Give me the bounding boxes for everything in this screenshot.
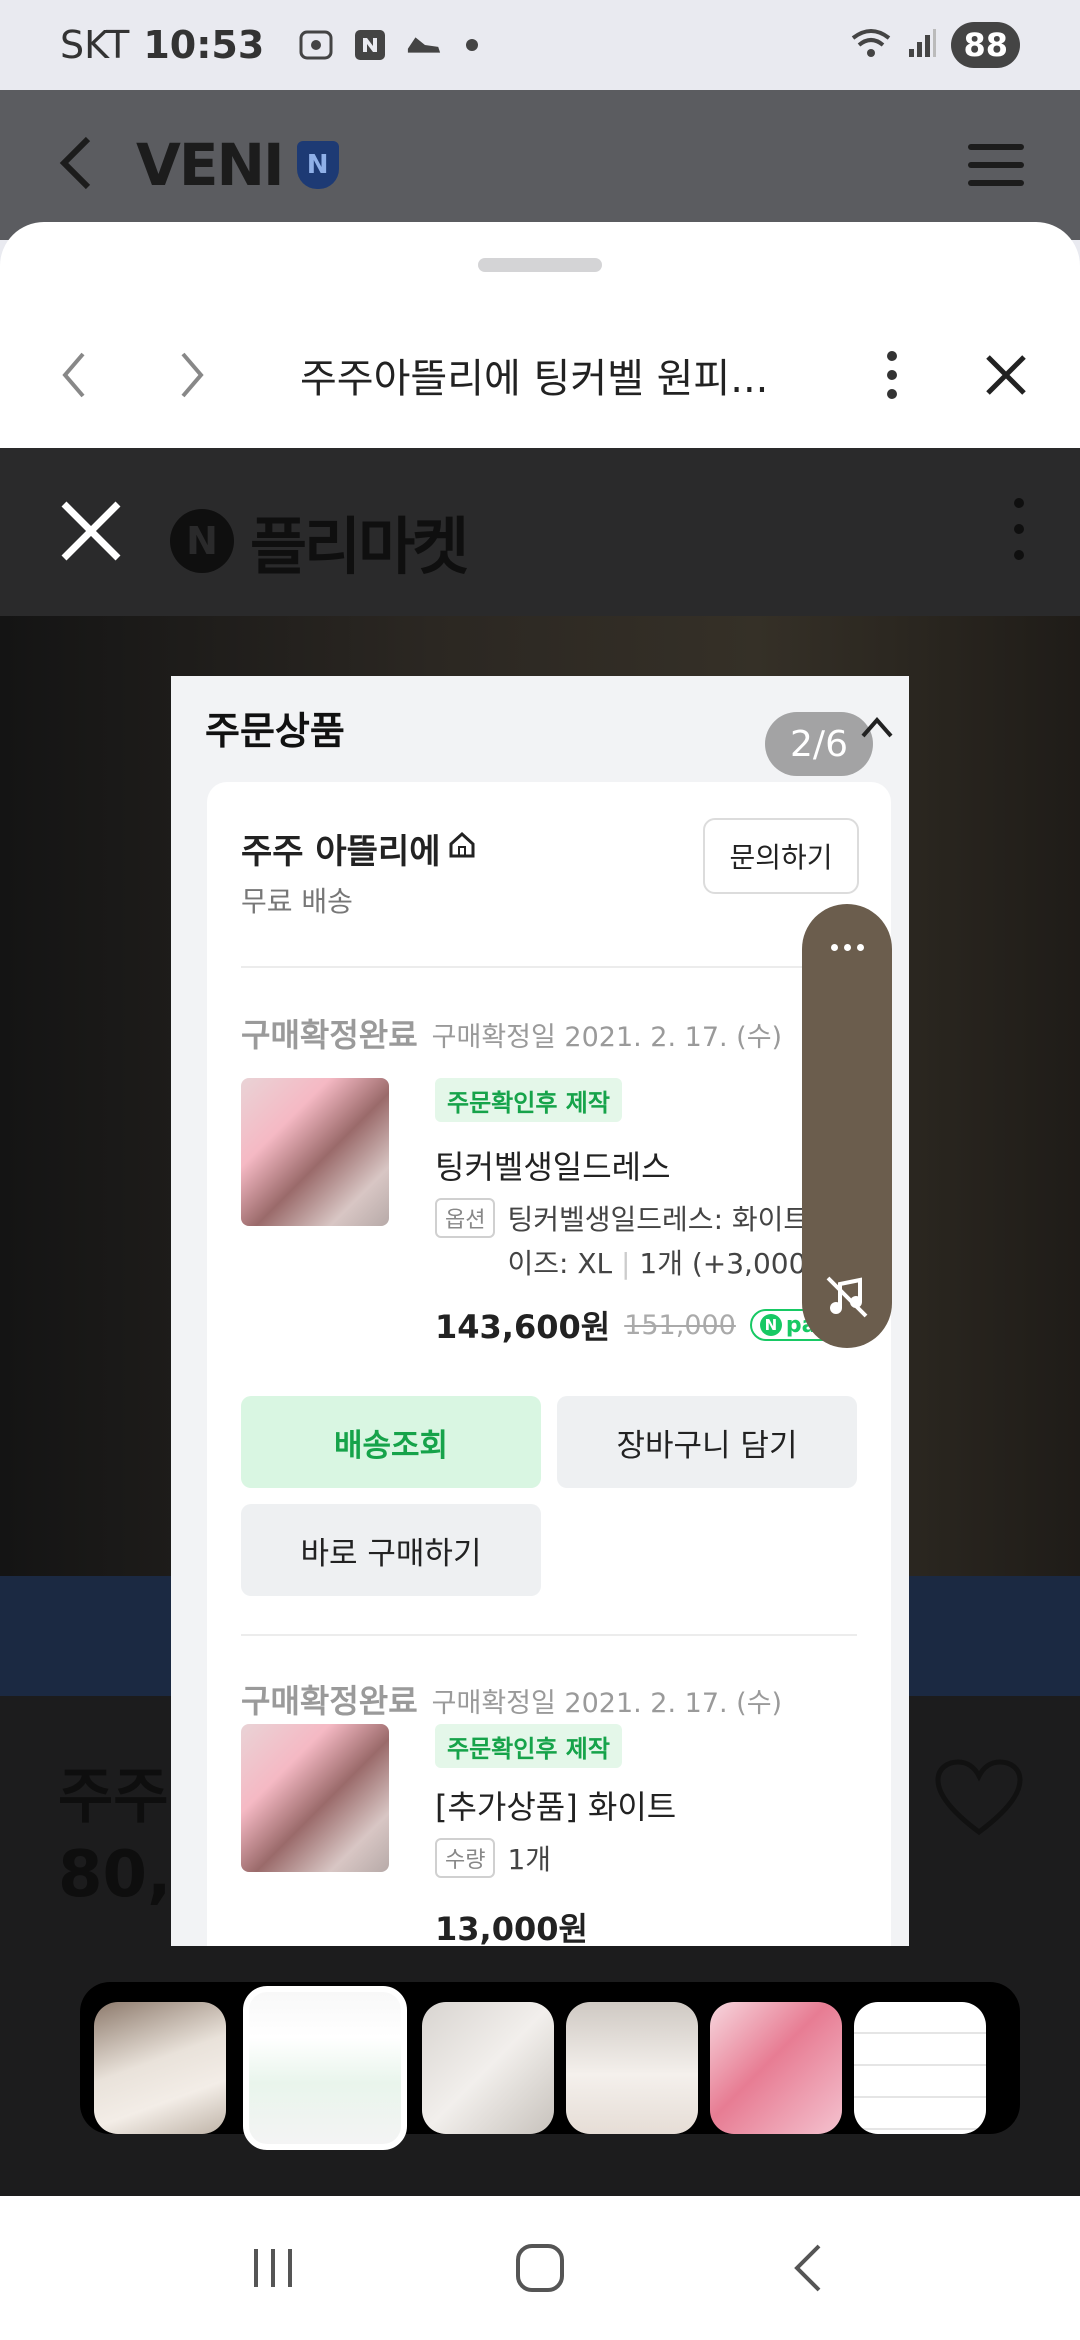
heart-icon[interactable] [934,1758,1024,1838]
image-counter: 2/6 [765,712,873,776]
original-price: 151,000 [624,1309,736,1341]
shield-icon: N [296,141,339,189]
back-arrow-icon[interactable] [56,133,96,197]
product-name[interactable]: 팅커벨생일드레스 [435,1142,671,1188]
home-icon [447,829,477,869]
quantity-text: 1개 [507,1843,552,1876]
shoe-icon [406,27,442,63]
naver-n-icon: N [170,509,234,573]
order-status: 구매확정완료 [241,1016,418,1054]
order-status: 구매확정완료 [241,1682,418,1720]
mute-music-icon[interactable] [824,1274,870,1320]
order-panel: 주주 아뜰리에 무료 배송 문의하기 구매확정완료 구매확정일 2021. 2.… [207,782,891,1946]
order-header: 구매확정완료 구매확정일 2021. 2. 17. (수) [241,1676,782,1722]
product-thumbnail[interactable] [241,1078,389,1226]
chevron-left-icon[interactable] [34,335,114,415]
more-vertical-icon[interactable] [852,335,932,415]
thumbnail-2-active[interactable] [243,1986,407,2150]
back-icon[interactable] [772,2233,842,2303]
close-icon[interactable] [966,335,1046,415]
add-to-cart-button[interactable]: 장바구니 담기 [557,1396,857,1488]
viewer-page-header: N 플리마켓 [0,448,1080,616]
order-screenshot-card: 주문상품 2/6 주주 아뜰리에 무료 배송 문의하기 구매확정완료 구매확정일… [171,676,909,1946]
thumbnail-4[interactable] [566,2002,698,2134]
floating-control-pill[interactable] [802,904,892,1348]
product-price: 13,000원 [435,1910,588,1946]
card-title: 주문상품 [205,709,345,753]
order-date: 구매확정일 2021. 2. 17. (수) [431,1688,783,1719]
battery-indicator: 88 [951,22,1020,68]
option-tag: 옵션 [435,1198,496,1238]
buy-now-button[interactable]: 바로 구매하기 [241,1504,541,1596]
app-logo: VENI [136,131,285,199]
shipping-info: 무료 배송 [241,885,353,918]
order-date: 구매확정일 2021. 2. 17. (수) [431,1022,783,1053]
home-icon[interactable] [505,2233,575,2303]
sheet-navbar: 주주아뜰리에 팅커벨 원피... [0,302,1080,448]
chevron-up-icon[interactable] [859,712,895,742]
quantity-tag: 수량 [435,1838,496,1878]
order-header: 구매확정완료 구매확정일 2021. 2. 17. (수) [241,1010,782,1056]
inquiry-button[interactable]: 문의하기 [703,818,859,894]
product-thumbnail[interactable] [241,1724,389,1872]
sheet-title: 주주아뜰리에 팅커벨 원피... [300,356,769,402]
brand-text: 플리마켓 [250,510,469,583]
viewer-close-icon[interactable] [56,496,126,566]
notification-dot-icon [466,39,479,51]
product-name[interactable]: [추가상품] 화이트 [435,1782,676,1828]
made-to-order-badge: 주문확인후 제작 [435,1724,622,1768]
seller-name[interactable]: 주주 아뜰리에 [241,824,477,873]
system-navigation-bar [0,2196,1080,2340]
divider [241,1634,857,1636]
track-delivery-button[interactable]: 배송조회 [241,1396,541,1488]
status-bar: SKT 10:53 88 [0,0,1080,90]
thumbnail-5[interactable] [710,2002,842,2134]
flea-market-logo: N 플리마켓 [170,496,469,586]
background-app-header: VENI N [0,90,1080,240]
product-quantity: 수량 1개 [435,1838,875,1882]
signal-icon [907,27,937,63]
product-price: 143,600원 [435,1308,611,1346]
price-row: 13,000원 [435,1904,588,1946]
background-product-title: 주주 [58,1762,169,1832]
hamburger-menu-icon[interactable] [968,144,1024,186]
price-row: 143,600원 151,000 Npay+ [435,1302,863,1348]
thumbnail-1[interactable] [94,2002,226,2134]
recent-apps-icon[interactable] [238,2233,308,2303]
seller-label: 주주 아뜰리에 [241,832,441,872]
chevron-right-icon[interactable] [152,335,232,415]
thumbnail-6[interactable] [854,2002,986,2134]
clock: 10:53 [143,23,265,67]
drag-handle[interactable] [478,258,602,272]
thumbnail-3[interactable] [422,2002,554,2134]
naver-n-icon [352,27,388,63]
divider [241,966,857,968]
screenshot-icon [298,27,334,63]
more-vertical-icon[interactable] [1014,498,1024,560]
more-horizontal-icon[interactable] [802,944,892,951]
carrier-label: SKT [60,23,130,67]
made-to-order-badge: 주문확인후 제작 [435,1078,622,1122]
wifi-icon [849,26,893,64]
